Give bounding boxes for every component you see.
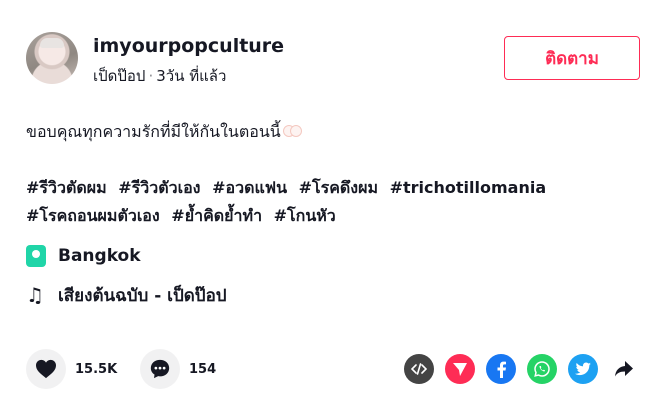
comment-button[interactable]	[140, 349, 180, 389]
like-button[interactable]	[26, 349, 66, 389]
share-arrow-icon	[615, 361, 633, 377]
caption: ขอบคุณทุกความรักที่มีให้กันในตอนนี้	[26, 120, 302, 145]
avatar[interactable]	[26, 32, 78, 84]
music-link[interactable]: ♫ เสียงต้นฉบับ - เป็ดป๊อป	[26, 282, 227, 308]
send-button[interactable]	[445, 354, 475, 384]
display-name[interactable]: เป็ดป๊อป	[93, 67, 145, 85]
music-title: เสียงต้นฉบับ - เป็ดป๊อป	[58, 285, 227, 306]
hashtag-link[interactable]: #ย้ำคิดย้ำทำ	[171, 206, 262, 225]
whatsapp-share-button[interactable]	[527, 354, 557, 384]
author-subline: เป็ดป๊อป · 3วัน ที่แล้ว	[93, 64, 226, 88]
twitter-share-button[interactable]	[568, 354, 598, 384]
action-bar: 15.5K 154	[26, 349, 640, 389]
like-action: 15.5K	[26, 349, 117, 389]
location-name: Bangkok	[58, 246, 141, 266]
username[interactable]: imyourpopculture	[93, 35, 284, 57]
follow-button[interactable]: ติดตาม	[504, 36, 640, 80]
like-count: 15.5K	[75, 361, 118, 377]
comment-action: 154	[140, 349, 216, 389]
send-icon	[453, 363, 467, 376]
hashtag-link[interactable]: #อวดแฟน	[212, 178, 287, 197]
hashtag-link[interactable]: #โรคถอนผมตัวเอง	[26, 206, 160, 225]
embed-button[interactable]	[404, 354, 434, 384]
post-time: 3วัน ที่แล้ว	[156, 67, 227, 85]
more-share-button[interactable]	[609, 354, 639, 384]
twitter-icon	[575, 362, 591, 376]
hashtag-link[interactable]: #รีวิวตัวเอง	[118, 178, 200, 197]
comment-icon	[150, 359, 170, 379]
facebook-icon	[497, 361, 506, 378]
hashtag-link[interactable]: #รีวิวตัดผม	[26, 178, 107, 197]
embed-icon	[411, 363, 427, 375]
post-header: imyourpopculture เป็ดป๊อป · 3วัน ที่แล้ว ต…	[26, 32, 640, 88]
hashtag-list: #รีวิวตัดผม #รีวิวตัวเอง #อวดแฟน #โรคดึง…	[26, 174, 626, 230]
caption-text: ขอบคุณทุกความรักที่มีให้กันในตอนนี้	[26, 122, 281, 141]
facebook-share-button[interactable]	[486, 354, 516, 384]
whatsapp-icon	[534, 361, 550, 377]
separator: ·	[148, 67, 154, 85]
location-link[interactable]: Bangkok	[26, 243, 141, 269]
hashtag-link[interactable]: #โรคดึงผม	[299, 178, 378, 197]
music-note-icon: ♫	[26, 283, 44, 307]
comment-count: 154	[189, 361, 217, 377]
hashtag-link[interactable]: #trichotillomania	[390, 178, 547, 197]
hashtag-link[interactable]: #โกนหัว	[274, 206, 336, 225]
heart-hands-emoji-icon	[282, 125, 302, 137]
heart-icon	[36, 359, 56, 379]
location-pin-icon	[26, 245, 46, 267]
